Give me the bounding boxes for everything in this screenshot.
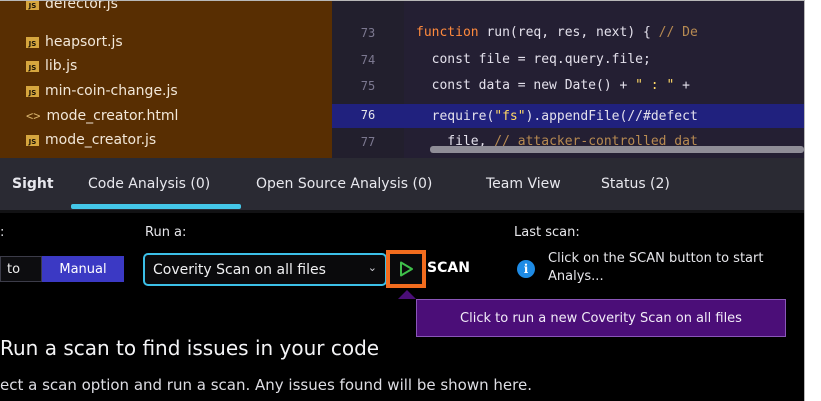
tab-team-view[interactable]: Team View — [486, 158, 561, 210]
info-icon: i — [517, 260, 535, 278]
window-edge — [804, 0, 821, 401]
code-text: ).appendFile(//#defect — [525, 108, 698, 124]
empty-state-title: Run a scan to find issues in your code — [0, 336, 380, 360]
string: " : " — [635, 77, 675, 93]
line-number: 74 — [360, 53, 376, 67]
js-file-icon: JS — [26, 60, 39, 72]
keyword: function — [416, 24, 479, 40]
file-item-defector[interactable]: JS defector.js — [26, 0, 118, 15]
play-icon — [400, 261, 413, 277]
file-explorer: JS defector.js JS heapsort.js JS lib.js … — [0, 0, 332, 158]
file-name: lib.js — [45, 58, 78, 74]
run-scan-button[interactable] — [386, 250, 426, 288]
run-a-label: Run a: — [145, 225, 187, 240]
last-scan-info: Click on the SCAN button to start Analys… — [548, 251, 764, 284]
scan-button-label[interactable]: SCAN — [427, 260, 470, 276]
active-tab-indicator — [71, 204, 241, 209]
mode-manual-button[interactable]: Manual — [42, 256, 124, 282]
file-name: min-coin-change.js — [45, 83, 178, 99]
run-scan-tooltip: Click to run a new Coverity Scan on all … — [416, 299, 786, 337]
code-text: run(req, res, next) { — [478, 24, 659, 40]
js-file-icon: JS — [26, 36, 39, 48]
code-text: require( — [416, 108, 495, 124]
tab-open-source-analysis[interactable]: Open Source Analysis (0) — [256, 158, 432, 210]
tab-sight[interactable]: Sight — [12, 158, 54, 210]
scan-type-value: Coverity Scan on all files — [153, 261, 326, 278]
code-editor[interactable]: function run(req, res, next) { // De con… — [404, 0, 804, 158]
file-item-mode-creator-js[interactable]: JS mode_creator.js — [26, 129, 156, 151]
file-item-mode-creator-html[interactable]: <> mode_creator.html — [26, 105, 178, 127]
editor-gutter: 73 74 75 76 77 — [332, 0, 404, 158]
line-number: 75 — [360, 79, 376, 93]
code-line-73: function run(req, res, next) { // De — [416, 20, 698, 44]
file-name: heapsort.js — [45, 34, 123, 50]
file-item-heapsort[interactable]: JS heapsort.js — [26, 31, 123, 53]
js-file-icon: JS — [26, 0, 39, 10]
mode-auto-button[interactable]: to — [0, 256, 42, 282]
line-number: 77 — [360, 135, 376, 149]
tab-status[interactable]: Status (2) — [601, 158, 670, 210]
tooltip-arrow — [398, 290, 416, 299]
code-text: const data = new Date() + — [416, 77, 636, 93]
file-name: defector.js — [45, 0, 118, 12]
file-item-lib[interactable]: JS lib.js — [26, 55, 77, 77]
line-number: 73 — [360, 26, 376, 40]
code-line-75: const data = new Date() + " : " + — [416, 73, 690, 97]
code-text: + — [674, 77, 690, 93]
js-file-icon: JS — [26, 134, 39, 146]
horizontal-scrollbar[interactable] — [430, 146, 804, 153]
coverity-ide-window: JS defector.js JS heapsort.js JS lib.js … — [0, 0, 804, 401]
divider — [0, 210, 804, 213]
file-name: mode_creator.js — [45, 132, 157, 148]
html-file-icon: <> — [26, 109, 41, 123]
panel-tab-bar: Sight Code Analysis (0) Open Source Anal… — [0, 158, 804, 210]
code-line-74: const file = req.query.file; — [416, 47, 651, 71]
mode-label: : — [0, 225, 5, 240]
last-scan-label: Last scan: — [514, 225, 580, 240]
js-file-icon: JS — [26, 85, 39, 97]
comment: // De — [658, 24, 698, 40]
divider — [0, 0, 804, 1]
code-text: const file = req.query.file; — [416, 51, 651, 67]
string: "fs" — [494, 108, 526, 124]
scan-type-select[interactable]: Coverity Scan on all files ⌄ — [143, 253, 387, 286]
line-number-active: 76 — [360, 108, 376, 122]
empty-state-subtitle: ect a scan option and run a scan. Any is… — [0, 376, 532, 394]
file-name: mode_creator.html — [46, 108, 179, 124]
file-item-min-coin-change[interactable]: JS min-coin-change.js — [26, 80, 178, 102]
chevron-down-icon: ⌄ — [367, 261, 377, 274]
code-line-76: require("fs").appendFile(//#defect — [416, 104, 698, 128]
tab-code-analysis[interactable]: Code Analysis (0) — [88, 158, 210, 210]
